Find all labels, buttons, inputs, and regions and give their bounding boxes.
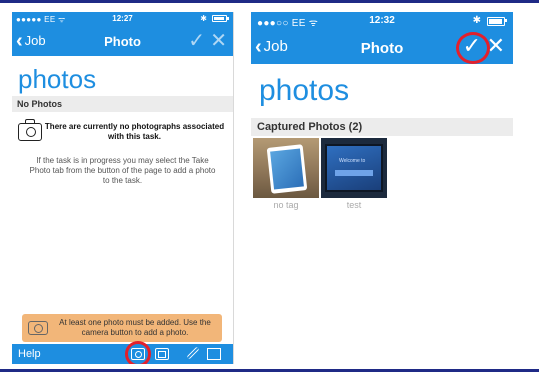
camera-icon: [18, 119, 42, 141]
checkmark-icon[interactable]: ✓: [188, 30, 205, 52]
photo-thumbnail[interactable]: [253, 138, 319, 198]
photo-grid: no tag test: [251, 136, 513, 210]
bluetooth-icon: ✱: [472, 15, 481, 26]
bluetooth-icon: ✱: [200, 14, 207, 23]
section-header: Captured Photos (2): [251, 118, 513, 136]
empty-message: There are currently no photographs assoc…: [44, 122, 225, 141]
empty-state: There are currently no photographs assoc…: [12, 112, 233, 142]
help-text: If the task is in progress you may selec…: [29, 156, 216, 185]
highlight-circle: [456, 32, 490, 64]
battery-icon: [212, 15, 229, 22]
top-divider: [0, 0, 539, 3]
status-bar: ●●●●● EE ᯤ 12:27 ✱: [12, 12, 233, 26]
photo-tag: test: [346, 200, 362, 210]
bottom-divider: [0, 369, 539, 372]
photo-item[interactable]: no tag: [253, 138, 319, 210]
battery-icon: [487, 17, 507, 26]
nav-row: ‹ Job Photo ✓ ✕: [251, 32, 513, 64]
gallery-icon[interactable]: [155, 348, 169, 360]
warning-banner: At least one photo must be added. Use th…: [22, 314, 222, 342]
status-bar: ●●●○○ EE ᯤ 12:32 ✱: [251, 12, 513, 30]
navigation-bar: ●●●○○ EE ᯤ 12:32 ✱ ‹ Job Photo ✓ ✕: [251, 12, 513, 64]
photo-tag: no tag: [273, 200, 299, 210]
highlight-circle: [125, 341, 151, 364]
section-header: No Photos: [12, 96, 233, 112]
photo-item[interactable]: test: [321, 138, 387, 210]
phone-screen-no-photos: ●●●●● EE ᯤ 12:27 ✱ ‹ Job Photo ✓ ✕ photo…: [12, 12, 234, 364]
page-heading: photos: [259, 74, 350, 107]
photo-thumbnail[interactable]: [321, 138, 387, 198]
pencil-icon[interactable]: [186, 346, 200, 360]
document-icon[interactable]: [207, 348, 221, 360]
bottom-tab-bar: Help: [12, 341, 233, 364]
nav-row: ‹ Job Photo ✓ ✕: [12, 28, 233, 54]
help-button[interactable]: Help: [18, 348, 41, 360]
camera-icon: [28, 321, 48, 335]
phone-screen-captured-photos: ●●●○○ EE ᯤ 12:32 ✱ ‹ Job Photo ✓ ✕ photo…: [251, 12, 513, 222]
page-heading: photos: [18, 64, 97, 94]
close-icon[interactable]: ✕: [210, 30, 227, 52]
warning-text: At least one photo must be added. Use th…: [59, 318, 211, 337]
navigation-bar: ●●●●● EE ᯤ 12:27 ✱ ‹ Job Photo ✓ ✕: [12, 12, 233, 56]
